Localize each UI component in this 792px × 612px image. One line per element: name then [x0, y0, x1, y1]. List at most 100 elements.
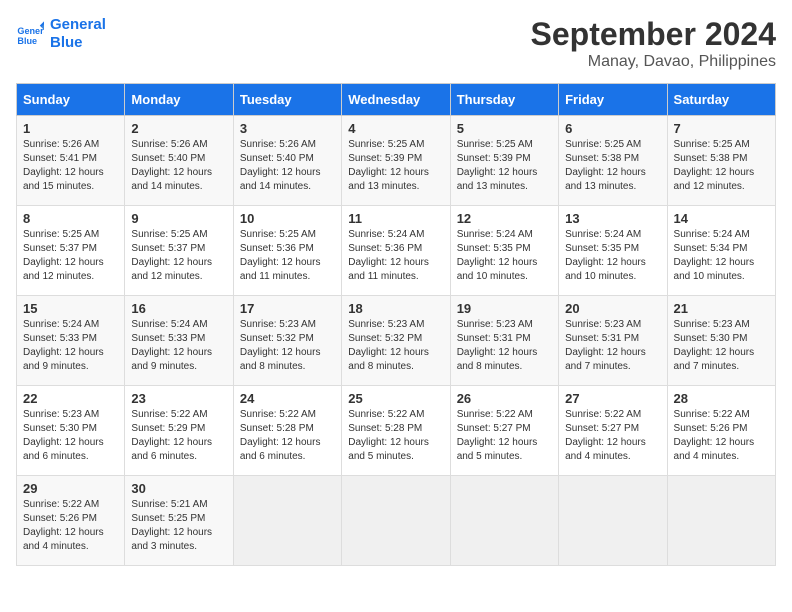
calendar-cell: 6 Sunrise: 5:25 AMSunset: 5:38 PMDayligh… — [559, 116, 667, 206]
day-number: 10 — [240, 211, 335, 226]
day-number: 27 — [565, 391, 660, 406]
day-number: 25 — [348, 391, 443, 406]
day-info: Sunrise: 5:23 AMSunset: 5:31 PMDaylight:… — [457, 318, 552, 374]
calendar-cell: 13 Sunrise: 5:24 AMSunset: 5:35 PMDaylig… — [559, 206, 667, 296]
day-info: Sunrise: 5:23 AMSunset: 5:32 PMDaylight:… — [240, 318, 335, 374]
header-row: SundayMondayTuesdayWednesdayThursdayFrid… — [17, 84, 776, 116]
weekday-header: Thursday — [450, 84, 558, 116]
calendar-cell: 20 Sunrise: 5:23 AMSunset: 5:31 PMDaylig… — [559, 296, 667, 386]
day-info: Sunrise: 5:22 AMSunset: 5:29 PMDaylight:… — [131, 408, 226, 464]
weekday-header: Sunday — [17, 84, 125, 116]
day-number: 20 — [565, 301, 660, 316]
weekday-header: Tuesday — [233, 84, 341, 116]
day-number: 6 — [565, 121, 660, 136]
calendar-cell — [559, 476, 667, 566]
day-info: Sunrise: 5:22 AMSunset: 5:28 PMDaylight:… — [348, 408, 443, 464]
calendar-cell: 26 Sunrise: 5:22 AMSunset: 5:27 PMDaylig… — [450, 386, 558, 476]
logo-icon: General Blue — [16, 20, 44, 48]
calendar-cell: 24 Sunrise: 5:22 AMSunset: 5:28 PMDaylig… — [233, 386, 341, 476]
calendar-cell: 10 Sunrise: 5:25 AMSunset: 5:36 PMDaylig… — [233, 206, 341, 296]
calendar-cell: 1 Sunrise: 5:26 AMSunset: 5:41 PMDayligh… — [17, 116, 125, 206]
day-number: 7 — [674, 121, 769, 136]
calendar-cell: 23 Sunrise: 5:22 AMSunset: 5:29 PMDaylig… — [125, 386, 233, 476]
location-title: Manay, Davao, Philippines — [531, 53, 776, 71]
calendar-cell — [342, 476, 450, 566]
logo: General Blue General Blue — [16, 16, 106, 52]
title-area: September 2024 Manay, Davao, Philippines — [531, 16, 776, 71]
calendar-cell: 12 Sunrise: 5:24 AMSunset: 5:35 PMDaylig… — [450, 206, 558, 296]
day-info: Sunrise: 5:22 AMSunset: 5:26 PMDaylight:… — [23, 498, 118, 554]
calendar-cell: 27 Sunrise: 5:22 AMSunset: 5:27 PMDaylig… — [559, 386, 667, 476]
calendar-cell: 14 Sunrise: 5:24 AMSunset: 5:34 PMDaylig… — [667, 206, 775, 296]
calendar-cell: 30 Sunrise: 5:21 AMSunset: 5:25 PMDaylig… — [125, 476, 233, 566]
day-number: 29 — [23, 481, 118, 496]
calendar-cell: 22 Sunrise: 5:23 AMSunset: 5:30 PMDaylig… — [17, 386, 125, 476]
calendar-cell: 7 Sunrise: 5:25 AMSunset: 5:38 PMDayligh… — [667, 116, 775, 206]
calendar-week-row: 1 Sunrise: 5:26 AMSunset: 5:41 PMDayligh… — [17, 116, 776, 206]
day-number: 21 — [674, 301, 769, 316]
day-info: Sunrise: 5:26 AMSunset: 5:40 PMDaylight:… — [240, 138, 335, 194]
day-info: Sunrise: 5:25 AMSunset: 5:39 PMDaylight:… — [348, 138, 443, 194]
calendar-week-row: 22 Sunrise: 5:23 AMSunset: 5:30 PMDaylig… — [17, 386, 776, 476]
weekday-header: Monday — [125, 84, 233, 116]
calendar-cell: 5 Sunrise: 5:25 AMSunset: 5:39 PMDayligh… — [450, 116, 558, 206]
calendar-cell: 11 Sunrise: 5:24 AMSunset: 5:36 PMDaylig… — [342, 206, 450, 296]
header: General Blue General Blue September 2024… — [16, 16, 776, 71]
day-info: Sunrise: 5:22 AMSunset: 5:27 PMDaylight:… — [457, 408, 552, 464]
calendar-cell: 2 Sunrise: 5:26 AMSunset: 5:40 PMDayligh… — [125, 116, 233, 206]
calendar-cell: 3 Sunrise: 5:26 AMSunset: 5:40 PMDayligh… — [233, 116, 341, 206]
calendar-cell: 17 Sunrise: 5:23 AMSunset: 5:32 PMDaylig… — [233, 296, 341, 386]
day-number: 12 — [457, 211, 552, 226]
calendar-cell: 4 Sunrise: 5:25 AMSunset: 5:39 PMDayligh… — [342, 116, 450, 206]
day-number: 9 — [131, 211, 226, 226]
day-number: 28 — [674, 391, 769, 406]
day-info: Sunrise: 5:24 AMSunset: 5:36 PMDaylight:… — [348, 228, 443, 284]
logo-general: General — [50, 16, 106, 34]
day-number: 22 — [23, 391, 118, 406]
logo-blue: Blue — [50, 34, 106, 52]
day-info: Sunrise: 5:23 AMSunset: 5:31 PMDaylight:… — [565, 318, 660, 374]
day-number: 5 — [457, 121, 552, 136]
day-number: 26 — [457, 391, 552, 406]
day-number: 13 — [565, 211, 660, 226]
day-number: 17 — [240, 301, 335, 316]
calendar-cell: 8 Sunrise: 5:25 AMSunset: 5:37 PMDayligh… — [17, 206, 125, 296]
day-number: 16 — [131, 301, 226, 316]
day-info: Sunrise: 5:24 AMSunset: 5:33 PMDaylight:… — [131, 318, 226, 374]
day-info: Sunrise: 5:23 AMSunset: 5:30 PMDaylight:… — [674, 318, 769, 374]
day-number: 3 — [240, 121, 335, 136]
calendar-cell: 25 Sunrise: 5:22 AMSunset: 5:28 PMDaylig… — [342, 386, 450, 476]
day-info: Sunrise: 5:25 AMSunset: 5:38 PMDaylight:… — [674, 138, 769, 194]
day-number: 24 — [240, 391, 335, 406]
calendar-cell: 16 Sunrise: 5:24 AMSunset: 5:33 PMDaylig… — [125, 296, 233, 386]
day-number: 11 — [348, 211, 443, 226]
day-info: Sunrise: 5:24 AMSunset: 5:35 PMDaylight:… — [457, 228, 552, 284]
day-info: Sunrise: 5:24 AMSunset: 5:33 PMDaylight:… — [23, 318, 118, 374]
day-info: Sunrise: 5:24 AMSunset: 5:34 PMDaylight:… — [674, 228, 769, 284]
calendar-cell: 29 Sunrise: 5:22 AMSunset: 5:26 PMDaylig… — [17, 476, 125, 566]
calendar-cell: 18 Sunrise: 5:23 AMSunset: 5:32 PMDaylig… — [342, 296, 450, 386]
calendar-table: SundayMondayTuesdayWednesdayThursdayFrid… — [16, 83, 776, 566]
calendar-week-row: 29 Sunrise: 5:22 AMSunset: 5:26 PMDaylig… — [17, 476, 776, 566]
calendar-cell: 28 Sunrise: 5:22 AMSunset: 5:26 PMDaylig… — [667, 386, 775, 476]
day-number: 8 — [23, 211, 118, 226]
day-info: Sunrise: 5:25 AMSunset: 5:37 PMDaylight:… — [23, 228, 118, 284]
calendar-cell: 21 Sunrise: 5:23 AMSunset: 5:30 PMDaylig… — [667, 296, 775, 386]
calendar-cell — [233, 476, 341, 566]
calendar-cell — [667, 476, 775, 566]
day-info: Sunrise: 5:25 AMSunset: 5:36 PMDaylight:… — [240, 228, 335, 284]
calendar-cell — [450, 476, 558, 566]
day-number: 30 — [131, 481, 226, 496]
day-number: 18 — [348, 301, 443, 316]
weekday-header: Friday — [559, 84, 667, 116]
svg-text:Blue: Blue — [17, 36, 37, 46]
calendar-week-row: 8 Sunrise: 5:25 AMSunset: 5:37 PMDayligh… — [17, 206, 776, 296]
day-info: Sunrise: 5:21 AMSunset: 5:25 PMDaylight:… — [131, 498, 226, 554]
day-info: Sunrise: 5:26 AMSunset: 5:41 PMDaylight:… — [23, 138, 118, 194]
day-info: Sunrise: 5:22 AMSunset: 5:27 PMDaylight:… — [565, 408, 660, 464]
day-info: Sunrise: 5:23 AMSunset: 5:30 PMDaylight:… — [23, 408, 118, 464]
day-info: Sunrise: 5:23 AMSunset: 5:32 PMDaylight:… — [348, 318, 443, 374]
day-info: Sunrise: 5:26 AMSunset: 5:40 PMDaylight:… — [131, 138, 226, 194]
day-info: Sunrise: 5:22 AMSunset: 5:28 PMDaylight:… — [240, 408, 335, 464]
svg-text:General: General — [17, 26, 44, 36]
